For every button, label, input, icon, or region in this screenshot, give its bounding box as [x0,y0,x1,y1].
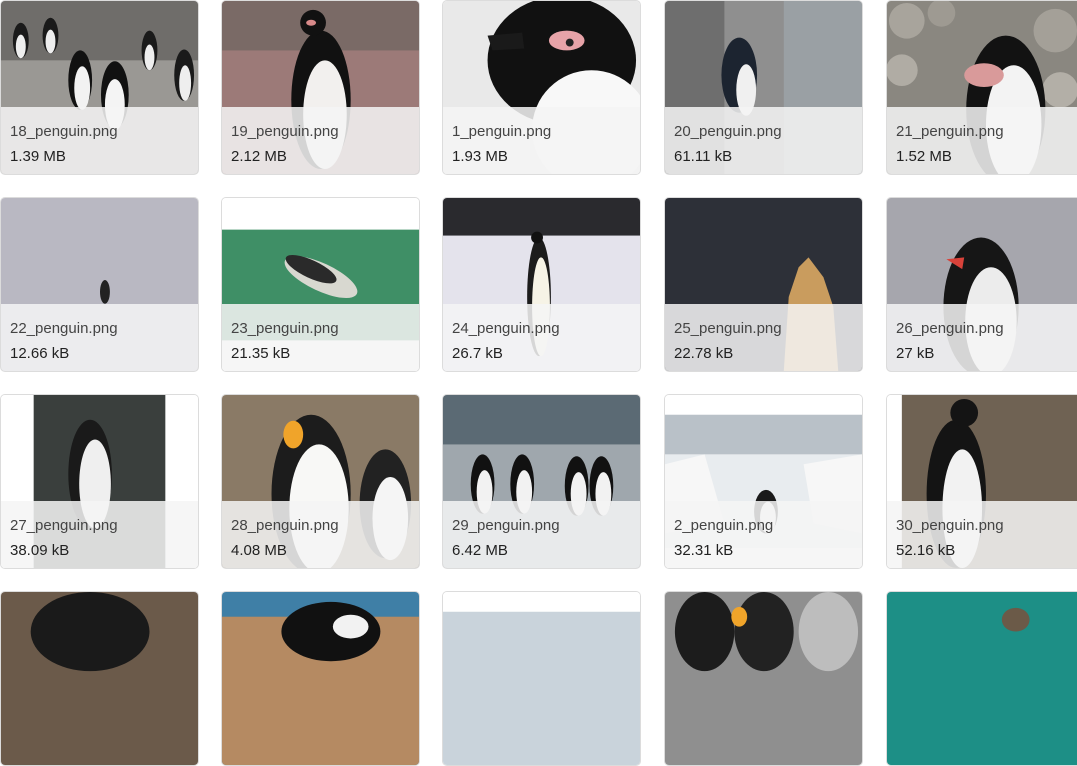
file-card[interactable]: 26_penguin.png 27 kB [886,197,1077,372]
file-name: 24_penguin.png [452,320,560,337]
file-name: 2_penguin.png [674,517,774,534]
penguin-thumbnail [443,592,640,765]
file-card[interactable]: 2_penguin.png 32.31 kB [664,394,863,569]
file-name: 21_penguin.png [896,123,1004,140]
file-size: 21.35 kB [231,345,291,362]
file-card[interactable] [442,591,641,766]
file-card[interactable]: 20_penguin.png 61.11 kB [664,0,863,175]
file-card[interactable]: 29_penguin.png 6.42 MB [442,394,641,569]
file-card[interactable] [664,591,863,766]
file-name: 23_penguin.png [231,320,339,337]
file-name: 26_penguin.png [896,320,1004,337]
file-card[interactable] [0,591,199,766]
file-size: 6.42 MB [452,542,508,559]
file-card[interactable]: 1_penguin.png 1.93 MB [442,0,641,175]
file-name: 22_penguin.png [10,320,118,337]
file-card[interactable]: 23_penguin.png 21.35 kB [221,197,420,372]
file-card[interactable]: 21_penguin.png 1.52 MB [886,0,1077,175]
file-card[interactable]: 24_penguin.png 26.7 kB [442,197,641,372]
penguin-thumbnail [222,592,419,765]
file-size: 12.66 kB [10,345,70,362]
file-name: 19_penguin.png [231,123,339,140]
penguin-thumbnail [1,592,198,765]
file-name: 29_penguin.png [452,517,560,534]
penguin-thumbnail [665,592,862,765]
file-card[interactable]: 22_penguin.png 12.66 kB [0,197,199,372]
file-size: 22.78 kB [674,345,734,362]
file-card[interactable]: 28_penguin.png 4.08 MB [221,394,420,569]
file-size: 1.93 MB [452,148,508,165]
file-card[interactable]: 18_penguin.png 1.39 MB [0,0,199,175]
file-size: 4.08 MB [231,542,287,559]
file-name: 30_penguin.png [896,517,1004,534]
file-size: 2.12 MB [231,148,287,165]
penguin-thumbnail [887,592,1077,765]
file-size: 26.7 kB [452,345,503,362]
file-card[interactable] [886,591,1077,766]
file-card[interactable]: 27_penguin.png 38.09 kB [0,394,199,569]
file-card[interactable] [221,591,420,766]
file-card[interactable]: 25_penguin.png 22.78 kB [664,197,863,372]
file-size: 38.09 kB [10,542,70,559]
file-size: 27 kB [896,345,935,362]
file-size: 1.52 MB [896,148,952,165]
file-name: 1_penguin.png [452,123,552,140]
file-name: 20_penguin.png [674,123,782,140]
file-size: 32.31 kB [674,542,734,559]
file-name: 27_penguin.png [10,517,118,534]
file-name: 28_penguin.png [231,517,339,534]
file-size: 1.39 MB [10,148,66,165]
file-name: 25_penguin.png [674,320,782,337]
file-size: 61.11 kB [674,148,733,165]
file-name: 18_penguin.png [10,123,118,140]
file-size: 52.16 kB [896,542,956,559]
file-card[interactable]: 30_penguin.png 52.16 kB [886,394,1077,569]
file-card[interactable]: 19_penguin.png 2.12 MB [221,0,420,175]
